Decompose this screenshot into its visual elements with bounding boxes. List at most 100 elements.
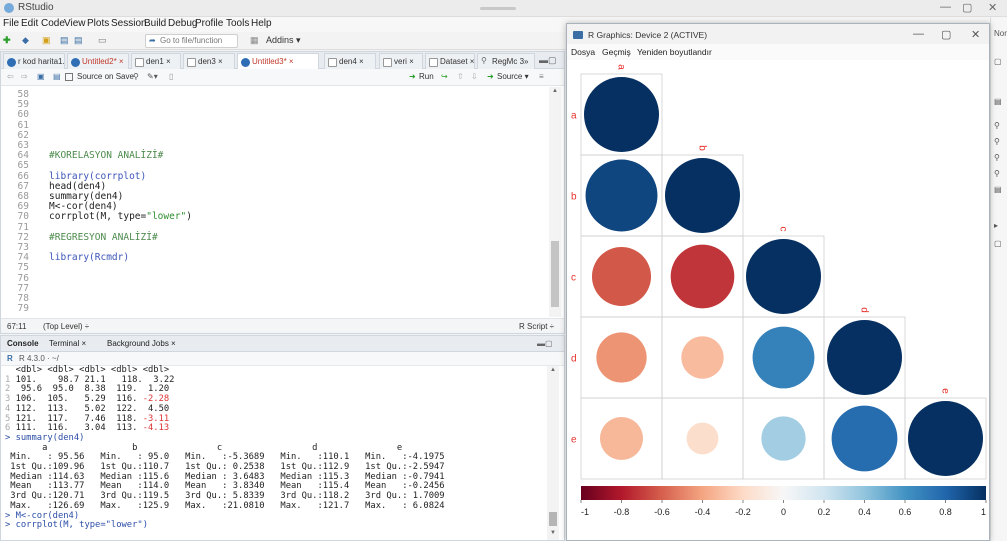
list-icon[interactable]: ▤ xyxy=(994,97,1002,106)
colorbar-tick-label: -1 xyxy=(581,507,589,517)
down-arrow-icon[interactable]: ⇩ xyxy=(471,72,478,81)
tab-den3[interactable]: den3 × xyxy=(183,53,235,69)
minimize-pane-icon[interactable]: ▬▢ xyxy=(539,55,557,66)
correlation-circle-d-a xyxy=(596,332,647,383)
save-all-icon[interactable]: ▤ xyxy=(74,35,83,47)
save-icon[interactable]: ▤ xyxy=(60,35,69,47)
colorbar-tick-label: 0.2 xyxy=(818,507,831,517)
colorbar-tick-label: 0.6 xyxy=(899,507,912,517)
tab-r-kod-harita[interactable]: r kod harita1.R × xyxy=(3,53,65,69)
tab-den4[interactable]: den4 × xyxy=(324,53,376,69)
tab-untitled3[interactable]: Untitled3* × xyxy=(237,53,319,69)
editor-scroll-thumb[interactable] xyxy=(551,241,559,307)
search-icon: ⚲ xyxy=(481,56,487,65)
console-scrollbar[interactable]: ▲ ▼ xyxy=(547,366,559,540)
print-icon[interactable]: ▭ xyxy=(98,35,107,47)
console-scroll-thumb[interactable] xyxy=(549,512,557,526)
forward-arrow-icon[interactable]: ⇨ xyxy=(21,72,28,81)
search-icon[interactable]: ⚲ xyxy=(994,121,1000,130)
source-button[interactable]: Source ▾ xyxy=(497,72,529,81)
correlation-circle-e-d xyxy=(831,405,898,472)
code-line: #REGRESYON ANALİZİ# xyxy=(49,231,158,243)
search-icon[interactable]: ⚲ xyxy=(994,153,1000,162)
table-icon xyxy=(328,58,337,67)
tab-console[interactable]: Console xyxy=(7,339,39,348)
tab-den1[interactable]: den1 × xyxy=(131,53,181,69)
correlation-circle-e-e xyxy=(908,401,983,476)
minimize-button[interactable]: — xyxy=(940,1,951,13)
maximize-button[interactable]: ▢ xyxy=(962,1,972,14)
code-area[interactable]: 58 59 60 61 62 63 64 #KORELASYON ANALİZİ# 65 66 li… xyxy=(1,87,549,317)
menu-build[interactable]: Build xyxy=(144,18,166,29)
menu-edit[interactable]: Edit xyxy=(21,18,38,29)
colorbar-tick-label: -0.2 xyxy=(735,507,751,517)
table-icon xyxy=(383,58,392,67)
compile-icon[interactable]: ▯ xyxy=(169,72,173,81)
correlation-circle-d-b xyxy=(681,336,724,379)
filetype-selector[interactable]: R Script ÷ xyxy=(519,322,554,331)
correlation-circle-e-b xyxy=(686,422,719,455)
search-icon[interactable]: ⚲ xyxy=(994,137,1000,146)
tab-regmc[interactable]: ⚲ RegMc 3» xyxy=(477,53,535,69)
menu-plots[interactable]: Plots xyxy=(87,18,109,29)
save-file-icon[interactable]: ▤ xyxy=(53,72,61,81)
open-file-icon[interactable]: ▣ xyxy=(42,35,51,47)
editor-scrollbar[interactable]: ▲ xyxy=(549,87,561,317)
menu-tools[interactable]: Tools xyxy=(226,18,249,29)
tab-untitled2[interactable]: Untitled2* × xyxy=(67,53,129,69)
menu-yeniden-boyutlandir[interactable]: Yeniden boyutlandır xyxy=(637,47,712,57)
find-icon[interactable]: ⚲ xyxy=(133,72,139,81)
menu-code[interactable]: Code xyxy=(41,18,65,29)
menu-dosya[interactable]: Dosya xyxy=(571,47,595,57)
addins-button[interactable]: Addins ▾ xyxy=(266,35,301,47)
show-in-window-icon[interactable]: ▣ xyxy=(37,72,45,81)
menu-profile[interactable]: Profile xyxy=(195,18,223,29)
table-icon xyxy=(135,58,144,67)
correlation-circle-d-c xyxy=(752,326,815,389)
tab-background-jobs[interactable]: Background Jobs × xyxy=(107,339,176,348)
close-button[interactable]: ✕ xyxy=(988,1,997,14)
row-label: e xyxy=(571,435,577,446)
run-arrow-icon: ➜ xyxy=(409,72,416,81)
menu-view[interactable]: View xyxy=(64,18,86,29)
up-arrow-icon[interactable]: ⇧ xyxy=(457,72,464,81)
run-button[interactable]: Run xyxy=(419,72,434,81)
console-output[interactable]: <dbl> <dbl> <dbl> <dbl> <dbl> 1 101. 98.7… xyxy=(5,365,545,540)
new-project-icon[interactable]: ◆ xyxy=(22,35,29,47)
tab-terminal[interactable]: Terminal × xyxy=(49,339,86,348)
wand-icon[interactable]: ✎▾ xyxy=(147,72,158,81)
graphics-maximize-button[interactable]: ▢ xyxy=(941,28,951,41)
source-on-save-checkbox[interactable] xyxy=(65,73,73,81)
pane-control-icon[interactable]: ▢ xyxy=(994,57,1002,66)
scroll-down-icon[interactable]: ▼ xyxy=(550,530,556,536)
expand-icon[interactable]: ▸ xyxy=(994,221,998,230)
back-arrow-icon[interactable]: ⇦ xyxy=(7,72,14,81)
graphics-minimize-button[interactable]: — xyxy=(913,28,924,40)
pane-control-icon[interactable]: ▢ xyxy=(994,239,1002,248)
drag-handle[interactable] xyxy=(480,7,516,10)
maximize-pane-icon[interactable]: ▬▢ xyxy=(537,339,553,348)
menu-help[interactable]: Help xyxy=(251,18,272,29)
menu-file[interactable]: File xyxy=(3,18,19,29)
menu-session[interactable]: Session xyxy=(111,18,147,29)
source-on-save-label: Source on Save xyxy=(77,72,134,81)
new-file-icon[interactable]: ✚ xyxy=(3,35,11,47)
code-line: library(Rcmdr) xyxy=(49,252,130,264)
scope-selector[interactable]: (Top Level) ÷ xyxy=(43,322,89,331)
tab-dataset[interactable]: Dataset × xyxy=(425,53,475,69)
tab-veri[interactable]: veri × xyxy=(379,53,423,69)
outline-icon[interactable]: ≡ xyxy=(539,72,544,81)
app-title: RStudio xyxy=(18,2,54,13)
goto-file-input[interactable]: ➦ Go to file/function xyxy=(145,34,238,48)
r-version-path[interactable]: R 4.3.0 · ~/ xyxy=(19,354,59,363)
rerun-icon[interactable]: ↪ xyxy=(441,72,448,81)
correlation-circle-a-a xyxy=(584,77,659,152)
graphics-close-button[interactable]: ✕ xyxy=(971,28,980,41)
scroll-up-icon[interactable]: ▲ xyxy=(550,367,556,373)
menu-gecmis[interactable]: Geçmiş xyxy=(602,47,631,57)
list-icon[interactable]: ▤ xyxy=(994,185,1002,194)
grid-layout-icon[interactable]: ▦ xyxy=(250,35,259,47)
scroll-up-icon[interactable]: ▲ xyxy=(552,88,558,94)
menu-debug[interactable]: Debug xyxy=(168,18,197,29)
search-icon[interactable]: ⚲ xyxy=(994,169,1000,178)
